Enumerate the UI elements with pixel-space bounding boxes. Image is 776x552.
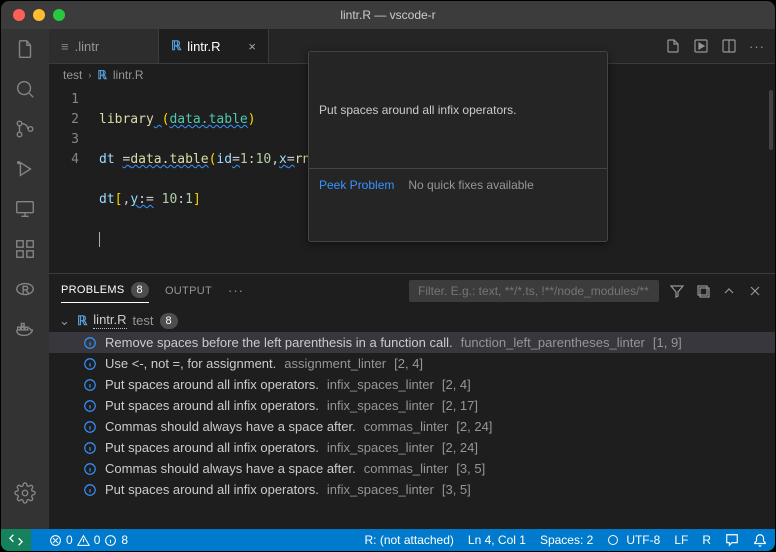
problem-source: infix_spaces_linter — [327, 398, 434, 413]
explorer-icon[interactable] — [13, 37, 37, 61]
problem-source: commas_linter — [364, 461, 449, 476]
status-encoding[interactable]: UTF-8 — [607, 533, 660, 547]
code-editor[interactable]: 1 2 3 4 library (data.table) dt =data.ta… — [49, 86, 775, 273]
problem-message: Put spaces around all infix operators. — [105, 377, 319, 392]
hover-message: Put spaces around all infix operators. — [309, 92, 607, 128]
problem-location: [2, 4] — [442, 377, 471, 392]
window-title: lintr.R — vscode-r — [1, 8, 775, 22]
text-cursor — [99, 232, 100, 247]
peek-problem-link[interactable]: Peek Problem — [319, 175, 394, 195]
problem-row[interactable]: Use <-, not =, for assignment. assignmen… — [49, 353, 775, 374]
run-icon[interactable] — [693, 38, 709, 54]
r-extension-icon[interactable] — [13, 277, 37, 301]
status-problems[interactable]: 0 0 8 — [49, 533, 128, 547]
settings-icon: ≡ — [61, 39, 69, 54]
source-control-icon[interactable] — [13, 117, 37, 141]
window-zoom-button[interactable] — [53, 9, 65, 21]
chevron-down-icon: ⌄ — [59, 313, 71, 329]
activity-bar — [1, 29, 49, 529]
r-file-icon: ℝ — [77, 313, 87, 329]
problem-message: Put spaces around all infix operators. — [105, 398, 319, 413]
problem-row[interactable]: Commas should always have a space after.… — [49, 458, 775, 479]
status-lang[interactable]: R — [702, 533, 711, 547]
code-content[interactable]: library (data.table) dt =data.table(id=1… — [93, 86, 775, 273]
problem-row[interactable]: Put spaces around all infix operators. i… — [49, 437, 775, 458]
tab-lintr-config[interactable]: ≡ .lintr — [49, 29, 159, 63]
remote-indicator[interactable] — [1, 529, 31, 551]
tab-label: .lintr — [75, 39, 100, 54]
extensions-icon[interactable] — [13, 237, 37, 261]
problem-message: Use <-, not =, for assignment. — [105, 356, 276, 371]
problem-message: Put spaces around all infix operators. — [105, 482, 319, 497]
bell-icon[interactable] — [753, 533, 767, 547]
settings-gear-icon[interactable] — [13, 481, 37, 505]
breadcrumb-file[interactable]: lintr.R — [113, 68, 144, 82]
status-eol[interactable]: LF — [674, 533, 688, 547]
status-spaces[interactable]: Spaces: 2 — [540, 533, 593, 547]
tab-label: lintr.R — [187, 39, 220, 54]
run-debug-icon[interactable] — [13, 157, 37, 181]
problem-source: infix_spaces_linter — [327, 377, 434, 392]
problem-row[interactable]: Put spaces around all infix operators. i… — [49, 374, 775, 395]
r-file-icon: ℝ — [97, 68, 107, 82]
diagnostic-hover-popup: Put spaces around all infix operators. P… — [308, 51, 608, 242]
editor-scrollbar[interactable] — [769, 90, 773, 150]
tab-lintr-r[interactable]: ℝ lintr.R × — [159, 29, 269, 63]
no-quick-fix-label: No quick fixes available — [408, 175, 533, 195]
problem-location: [2, 24] — [442, 440, 478, 455]
search-icon[interactable] — [13, 77, 37, 101]
status-ln-col[interactable]: Ln 4, Col 1 — [468, 533, 526, 547]
problem-row[interactable]: Put spaces around all infix operators. i… — [49, 395, 775, 416]
problem-source: infix_spaces_linter — [327, 440, 434, 455]
status-bar: 0 0 8 R: (not attached) Ln 4, Col 1 Spac… — [1, 529, 775, 551]
split-editor-icon[interactable] — [721, 38, 737, 54]
problem-row[interactable]: Put spaces around all infix operators. i… — [49, 479, 775, 500]
problem-location: [2, 4] — [394, 356, 423, 371]
problem-row[interactable]: Commas should always have a space after.… — [49, 416, 775, 437]
window-minimize-button[interactable] — [33, 9, 45, 21]
problem-location: [3, 5] — [442, 482, 471, 497]
chevron-right-icon: › — [88, 70, 91, 80]
problem-location: [2, 24] — [456, 419, 492, 434]
docker-icon[interactable] — [13, 317, 37, 341]
remote-explorer-icon[interactable] — [13, 197, 37, 221]
problem-location: [3, 5] — [456, 461, 485, 476]
problem-source: commas_linter — [364, 419, 449, 434]
close-icon[interactable]: × — [248, 39, 256, 54]
r-file-icon: ℝ — [171, 38, 181, 54]
problem-message: Commas should always have a space after. — [105, 419, 356, 434]
problem-location: [2, 17] — [442, 398, 478, 413]
problem-message: Put spaces around all infix operators. — [105, 440, 319, 455]
title-bar: lintr.R — vscode-r — [1, 1, 775, 29]
more-actions-icon[interactable]: ··· — [749, 38, 765, 54]
line-number-gutter: 1 2 3 4 — [49, 86, 93, 273]
status-r[interactable]: R: (not attached) — [365, 533, 454, 547]
feedback-icon[interactable] — [725, 533, 739, 547]
problem-source: infix_spaces_linter — [327, 482, 434, 497]
open-changes-icon[interactable] — [665, 38, 681, 54]
window-close-button[interactable] — [13, 9, 25, 21]
breadcrumb-folder[interactable]: test — [63, 68, 82, 82]
problem-message: Commas should always have a space after. — [105, 461, 356, 476]
problem-source: assignment_linter — [284, 356, 386, 371]
